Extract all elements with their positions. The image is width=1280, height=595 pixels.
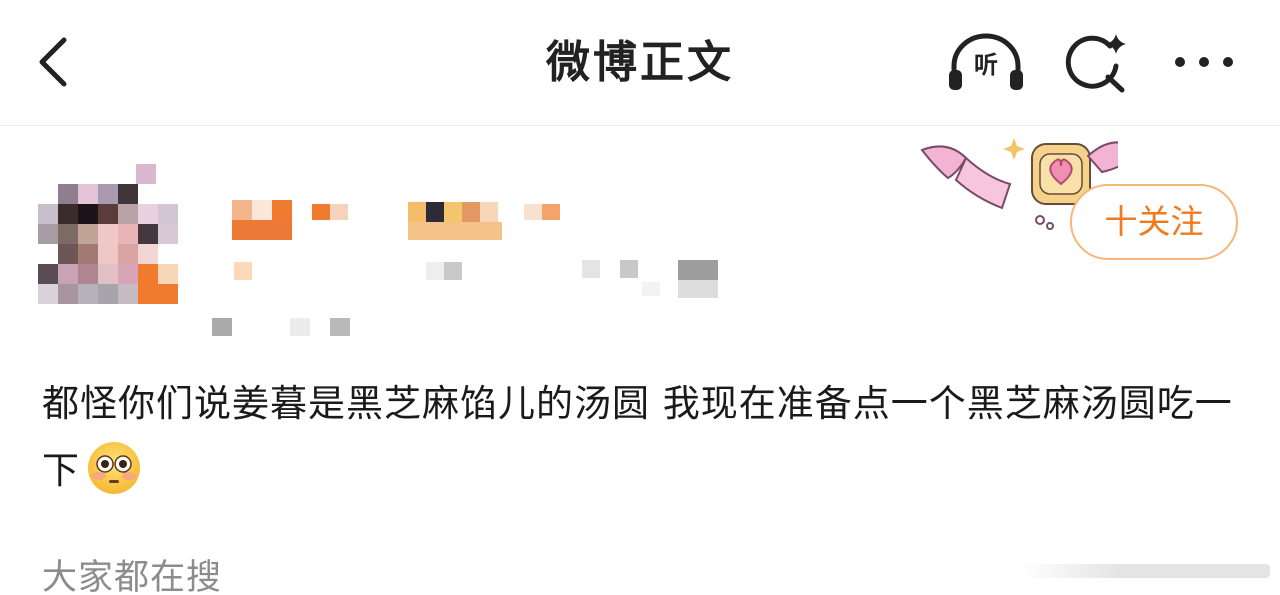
weibo-post-page: 微博正文 听 十关注 都怪你们说姜暮是黑芝麻馅儿的汤圆 我现在准备点一个黑芝麻汤… (0, 0, 1280, 595)
back-button[interactable] (28, 30, 84, 94)
post-text-content: 都怪你们说姜暮是黑芝麻馅儿的汤圆 我现在准备点一个黑芝麻汤圆吃一下 (42, 382, 1233, 492)
author-avatar[interactable] (38, 164, 178, 304)
post-text: 都怪你们说姜暮是黑芝麻馅儿的汤圆 我现在准备点一个黑芝麻汤圆吃一下 (42, 370, 1242, 504)
post-meta-pixelated (212, 258, 722, 342)
author-name-pixelated[interactable] (232, 200, 572, 244)
chevron-left-icon (39, 37, 67, 87)
listen-label: 听 (974, 51, 998, 79)
trending-placeholder-bar (1020, 564, 1270, 578)
follow-button[interactable]: 十关注 (1070, 184, 1238, 260)
sparkle-search-icon (1065, 34, 1126, 93)
trending-searches-label: 大家都在搜 (42, 558, 223, 595)
search-button[interactable] (1062, 30, 1132, 96)
ellipsis-icon (1175, 57, 1233, 67)
more-options-button[interactable] (1168, 40, 1244, 84)
listen-button[interactable]: 听 (944, 32, 1028, 94)
flushed-face-emoji (88, 441, 140, 494)
top-nav-bar: 微博正文 听 (0, 0, 1280, 126)
